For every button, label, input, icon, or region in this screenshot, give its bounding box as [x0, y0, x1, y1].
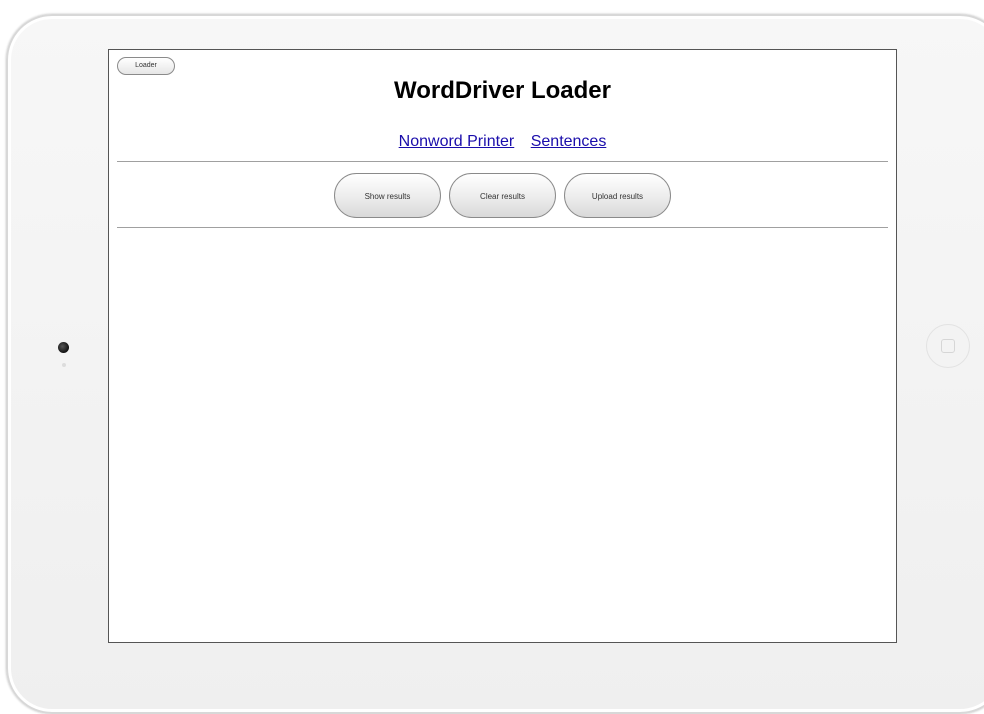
nav-links: Nonword Printer Sentences: [109, 132, 896, 152]
sentences-link[interactable]: Sentences: [531, 133, 607, 150]
loader-button[interactable]: Loader: [117, 57, 175, 75]
show-results-button[interactable]: Show results: [334, 173, 441, 218]
divider-bottom: [117, 227, 888, 228]
app-screen: Loader WordDriver Loader Nonword Printer…: [108, 49, 897, 643]
results-area: [117, 230, 888, 630]
home-square-icon: [941, 339, 955, 353]
sensor-dot: [62, 363, 66, 367]
clear-results-button[interactable]: Clear results: [449, 173, 556, 218]
divider-top: [117, 161, 888, 162]
results-toolbar: Show results Clear results Upload result…: [109, 173, 896, 218]
camera-icon: [58, 342, 69, 353]
home-button[interactable]: [926, 324, 970, 368]
upload-results-button[interactable]: Upload results: [564, 173, 671, 218]
nonword-printer-link[interactable]: Nonword Printer: [399, 133, 515, 150]
page-title: WordDriver Loader: [394, 77, 611, 104]
